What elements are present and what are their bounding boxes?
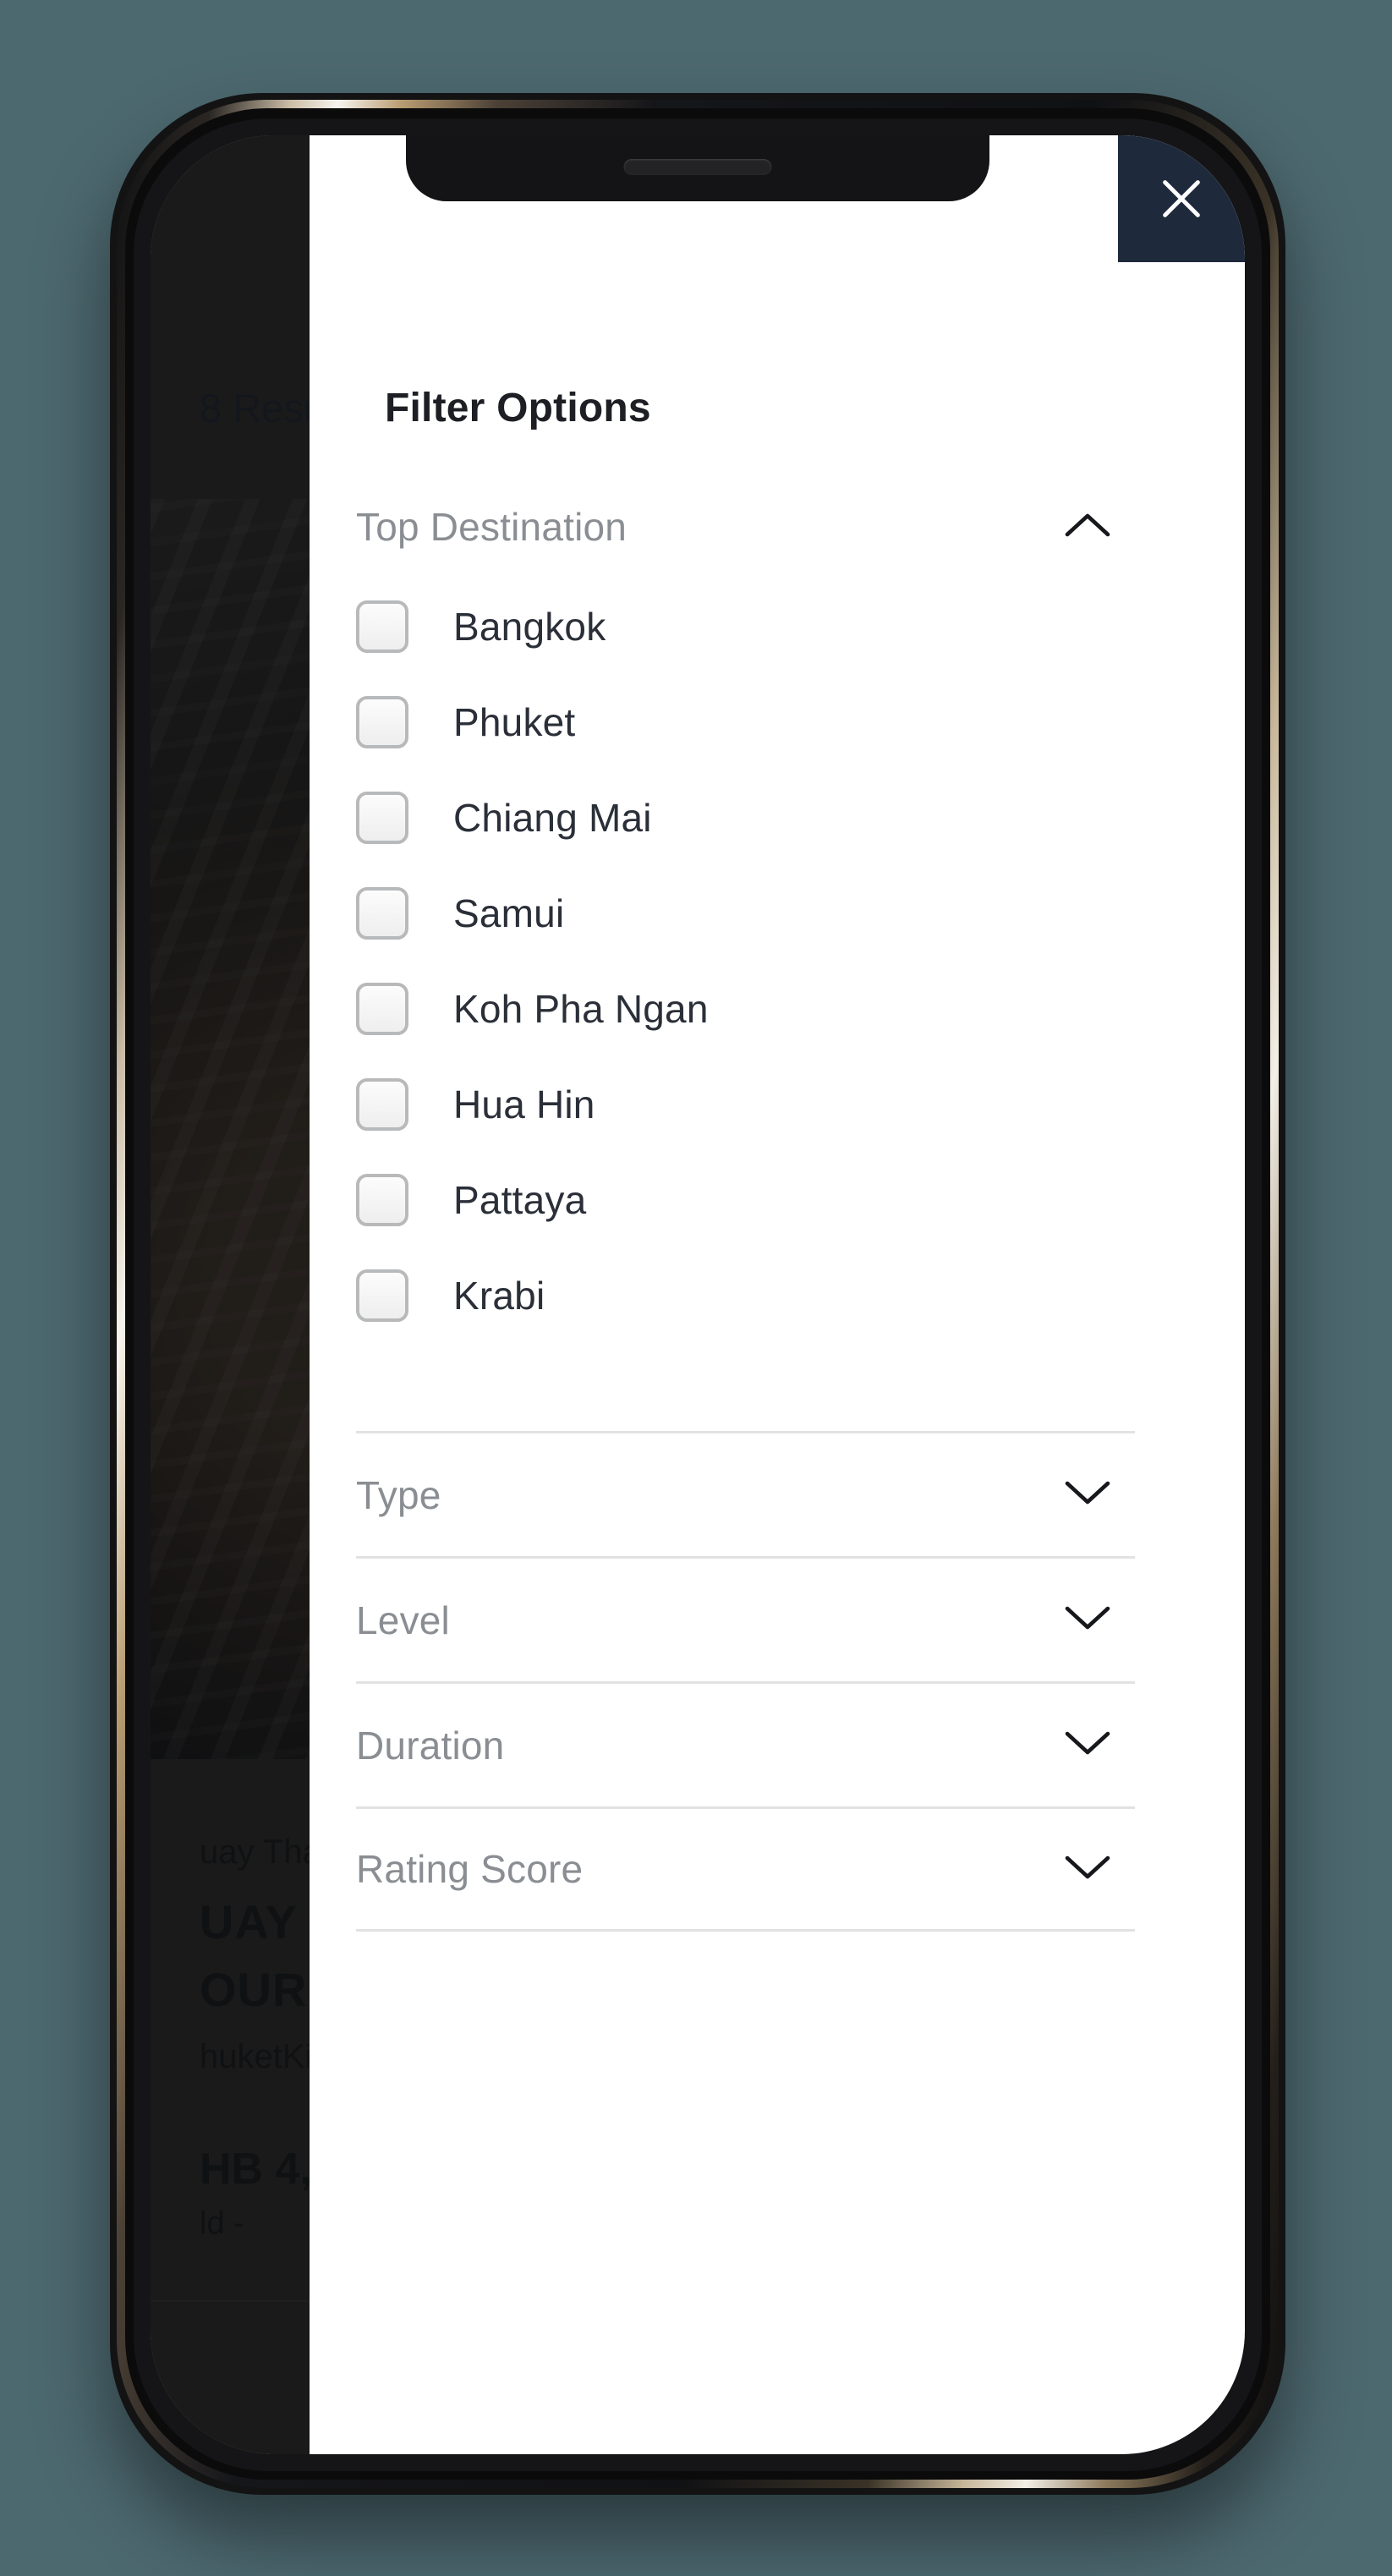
filter-group-top-destination-header[interactable]: Top Destination (356, 491, 1135, 563)
list-item[interactable]: Chiang Mai (356, 770, 1135, 865)
checkbox-pattaya[interactable] (356, 1173, 408, 1226)
checkbox-phuket[interactable] (356, 695, 408, 748)
checkbox-chiang-mai[interactable] (356, 791, 408, 844)
earpiece-speaker (623, 159, 772, 175)
filter-group-level[interactable]: Level (356, 1556, 1135, 1681)
list-item[interactable]: Krabi (356, 1247, 1135, 1343)
list-item[interactable]: Koh Pha Ngan (356, 961, 1135, 1056)
phone-screen: 8 Resu uay Thai UAY T OURS huketKing HB … (151, 135, 1245, 2454)
filter-group-title: Rating Score (356, 1847, 584, 1891)
option-label: Hua Hin (453, 1082, 595, 1126)
filter-group-title: Top Destination (356, 505, 627, 549)
chevron-down-icon (1064, 1729, 1111, 1762)
collapsed-filter-groups: Type Level Duration Rating Score (356, 1431, 1135, 1932)
filter-group-title: Type (356, 1472, 441, 1517)
list-item[interactable]: Samui (356, 865, 1135, 961)
page-title: Filter Options (385, 386, 651, 430)
filter-group-rating-score[interactable]: Rating Score (356, 1806, 1135, 1932)
filter-groups-container: Top Destination Bangkok Phuket Chiang Ma… (356, 491, 1135, 1932)
notch (406, 135, 989, 201)
option-label: Krabi (453, 1273, 545, 1318)
option-label: Samui (453, 891, 565, 935)
option-label: Phuket (453, 699, 576, 744)
option-label: Bangkok (453, 604, 606, 649)
list-item[interactable]: Pattaya (356, 1152, 1135, 1247)
checkbox-krabi[interactable] (356, 1269, 408, 1322)
chevron-down-icon (1064, 1853, 1111, 1886)
checkbox-bangkok[interactable] (356, 600, 408, 653)
top-destination-options: Bangkok Phuket Chiang Mai Samui Koh Pha (356, 578, 1135, 1343)
chevron-down-icon (1064, 1478, 1111, 1511)
close-button[interactable] (1118, 135, 1245, 262)
checkbox-koh-pha-ngan[interactable] (356, 982, 408, 1035)
chevron-down-icon (1064, 1603, 1111, 1636)
option-label: Pattaya (453, 1177, 587, 1222)
chevron-up-icon (1064, 511, 1111, 544)
filter-options-panel: Filter Options Top Destination Bangkok P… (310, 135, 1245, 2454)
close-icon (1155, 173, 1208, 225)
checkbox-samui[interactable] (356, 886, 408, 940)
filter-group-title: Level (356, 1598, 450, 1642)
checkbox-hua-hin[interactable] (356, 1077, 408, 1131)
option-label: Chiang Mai (453, 795, 652, 840)
filter-group-duration[interactable]: Duration (356, 1681, 1135, 1806)
list-item[interactable]: Bangkok (356, 578, 1135, 674)
filter-group-type[interactable]: Type (356, 1431, 1135, 1556)
option-label: Koh Pha Ngan (453, 986, 709, 1031)
filter-group-title: Duration (356, 1723, 505, 1768)
list-item[interactable]: Hua Hin (356, 1056, 1135, 1152)
list-item[interactable]: Phuket (356, 674, 1135, 770)
